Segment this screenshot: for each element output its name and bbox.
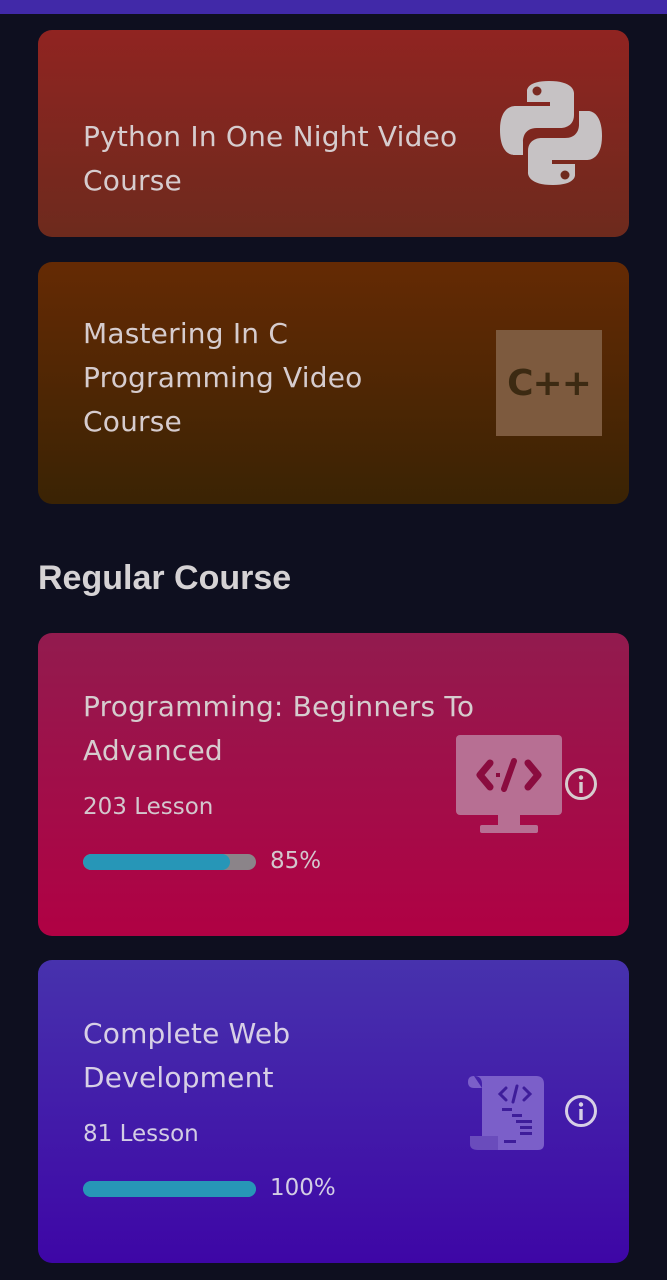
cpp-logo-icon: C++ [496, 330, 602, 436]
course-card-python[interactable]: Python In One Night Video Course [38, 30, 629, 237]
progress-bar [83, 854, 256, 870]
course-title: Python In One Night Video Course [83, 120, 458, 197]
code-monitor-icon [454, 733, 564, 835]
progress-percent: 85% [270, 848, 322, 874]
section-heading-regular-course: Regular Course [38, 559, 292, 597]
course-title: Complete Web Development [83, 1017, 291, 1094]
progress-bar [83, 1181, 256, 1197]
lesson-count: 203 Lesson [83, 794, 214, 820]
code-scroll-icon [468, 1070, 550, 1152]
info-icon[interactable] [564, 767, 598, 801]
course-card-programming[interactable]: Programming: Beginners To Advanced 203 L… [38, 633, 629, 936]
course-card-c-programming[interactable]: Mastering In C Programming Video Course … [38, 262, 629, 504]
progress-bar-fill [83, 1181, 256, 1197]
course-title: Programming: Beginners To Advanced [83, 690, 475, 767]
progress-bar-fill [83, 854, 231, 870]
course-card-web-development[interactable]: Complete Web Development 81 Lesson 100% [38, 960, 629, 1263]
top-app-bar-edge [0, 0, 667, 14]
info-icon[interactable] [564, 1094, 598, 1128]
lesson-count: 81 Lesson [83, 1121, 199, 1147]
progress-percent: 100% [270, 1175, 336, 1201]
python-logo-icon [496, 78, 606, 188]
course-title: Mastering In C Programming Video Course [83, 317, 363, 438]
